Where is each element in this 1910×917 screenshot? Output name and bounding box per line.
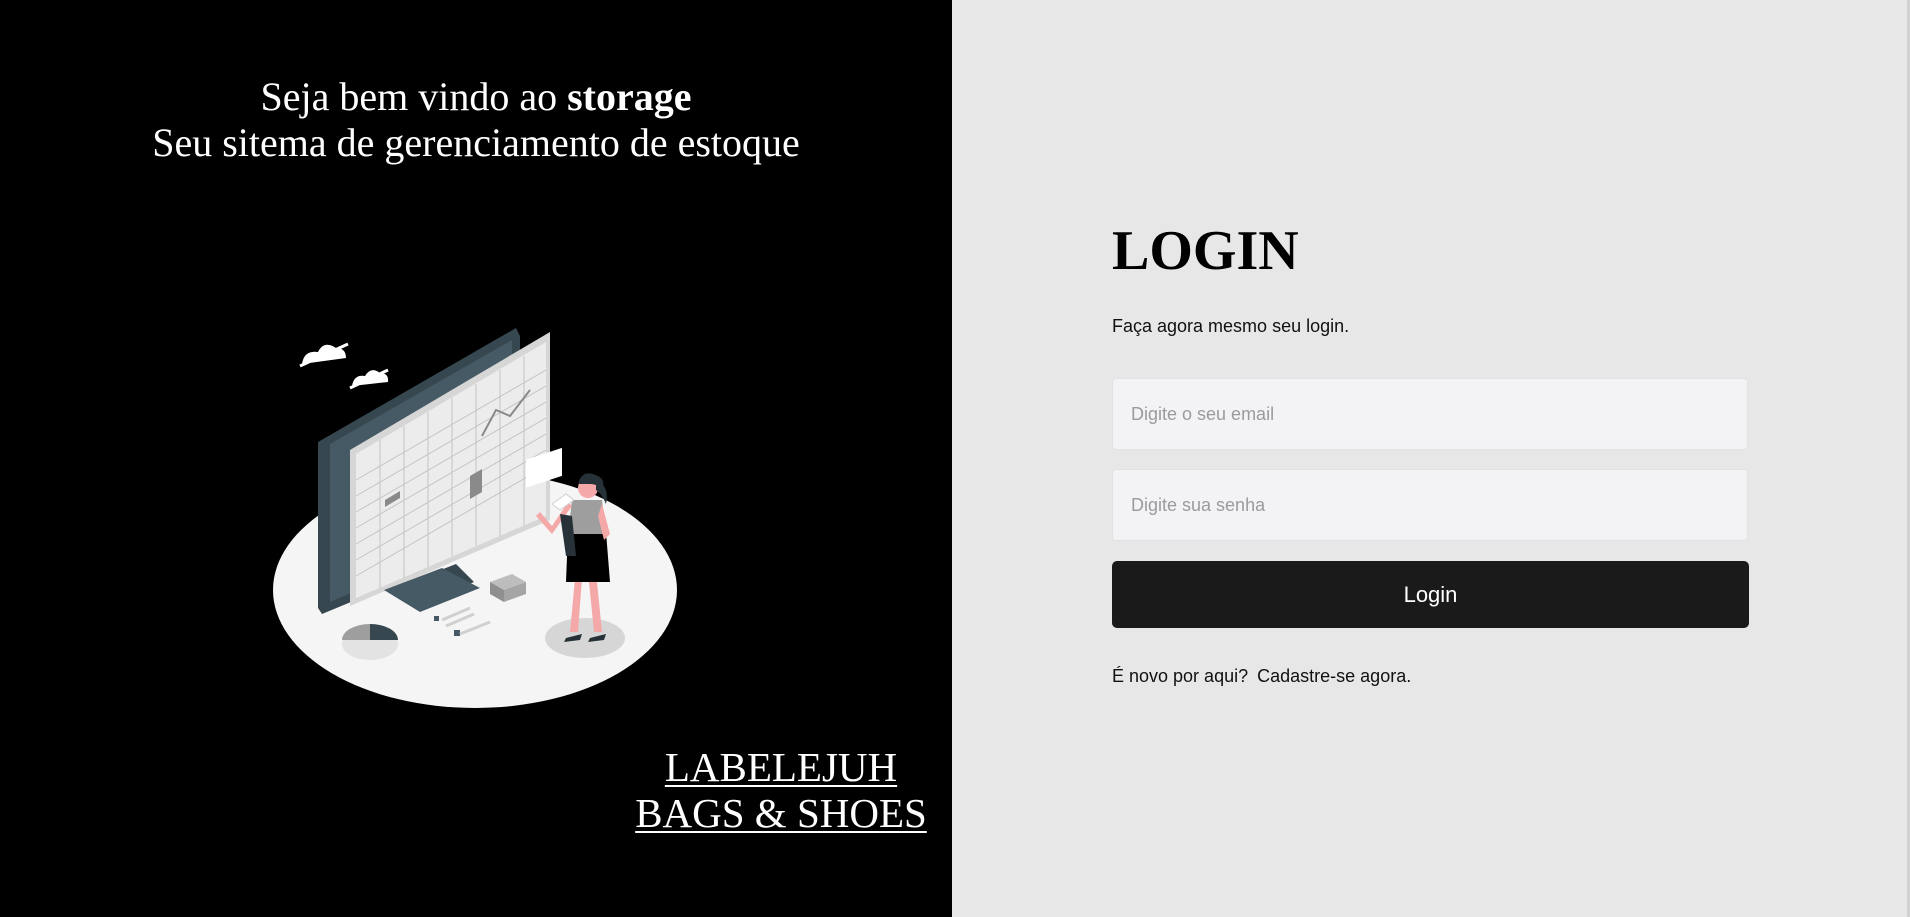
welcome-message: Seja bem vindo ao storage Seu sitema de … bbox=[0, 74, 952, 166]
login-subtitle: Faça agora mesmo seu login. bbox=[1112, 316, 1350, 336]
welcome-line-2: Seu sitema de gerenciamento de estoque bbox=[152, 120, 800, 165]
email-field[interactable] bbox=[1112, 378, 1748, 450]
welcome-panel: Seja bem vindo ao storage Seu sitema de … bbox=[0, 0, 952, 917]
brand-link[interactable]: LABELEJUH BAGS & SHOES bbox=[620, 744, 942, 836]
welcome-brand-name: storage bbox=[567, 74, 692, 119]
login-button[interactable]: Login bbox=[1112, 561, 1749, 628]
login-panel: LOGIN Faça agora mesmo seu login. Login … bbox=[952, 0, 1910, 917]
inventory-dashboard-illustration bbox=[273, 328, 677, 708]
brand-line-1: LABELEJUH bbox=[664, 744, 898, 790]
signup-prompt: É novo por aqui? Cadastre-se agora. bbox=[1112, 666, 1411, 687]
signup-question: É novo por aqui? bbox=[1112, 666, 1249, 686]
brand-line-2: BAGS & SHOES bbox=[635, 790, 927, 836]
password-field[interactable] bbox=[1112, 469, 1748, 541]
welcome-line-1: Seja bem vindo ao storage bbox=[0, 74, 952, 120]
login-page: Seja bem vindo ao storage Seu sitema de … bbox=[0, 0, 1910, 917]
welcome-prefix: Seja bem vindo ao bbox=[260, 74, 568, 119]
login-title: LOGIN bbox=[1112, 220, 1299, 282]
signup-link[interactable]: Cadastre-se agora. bbox=[1257, 666, 1411, 686]
